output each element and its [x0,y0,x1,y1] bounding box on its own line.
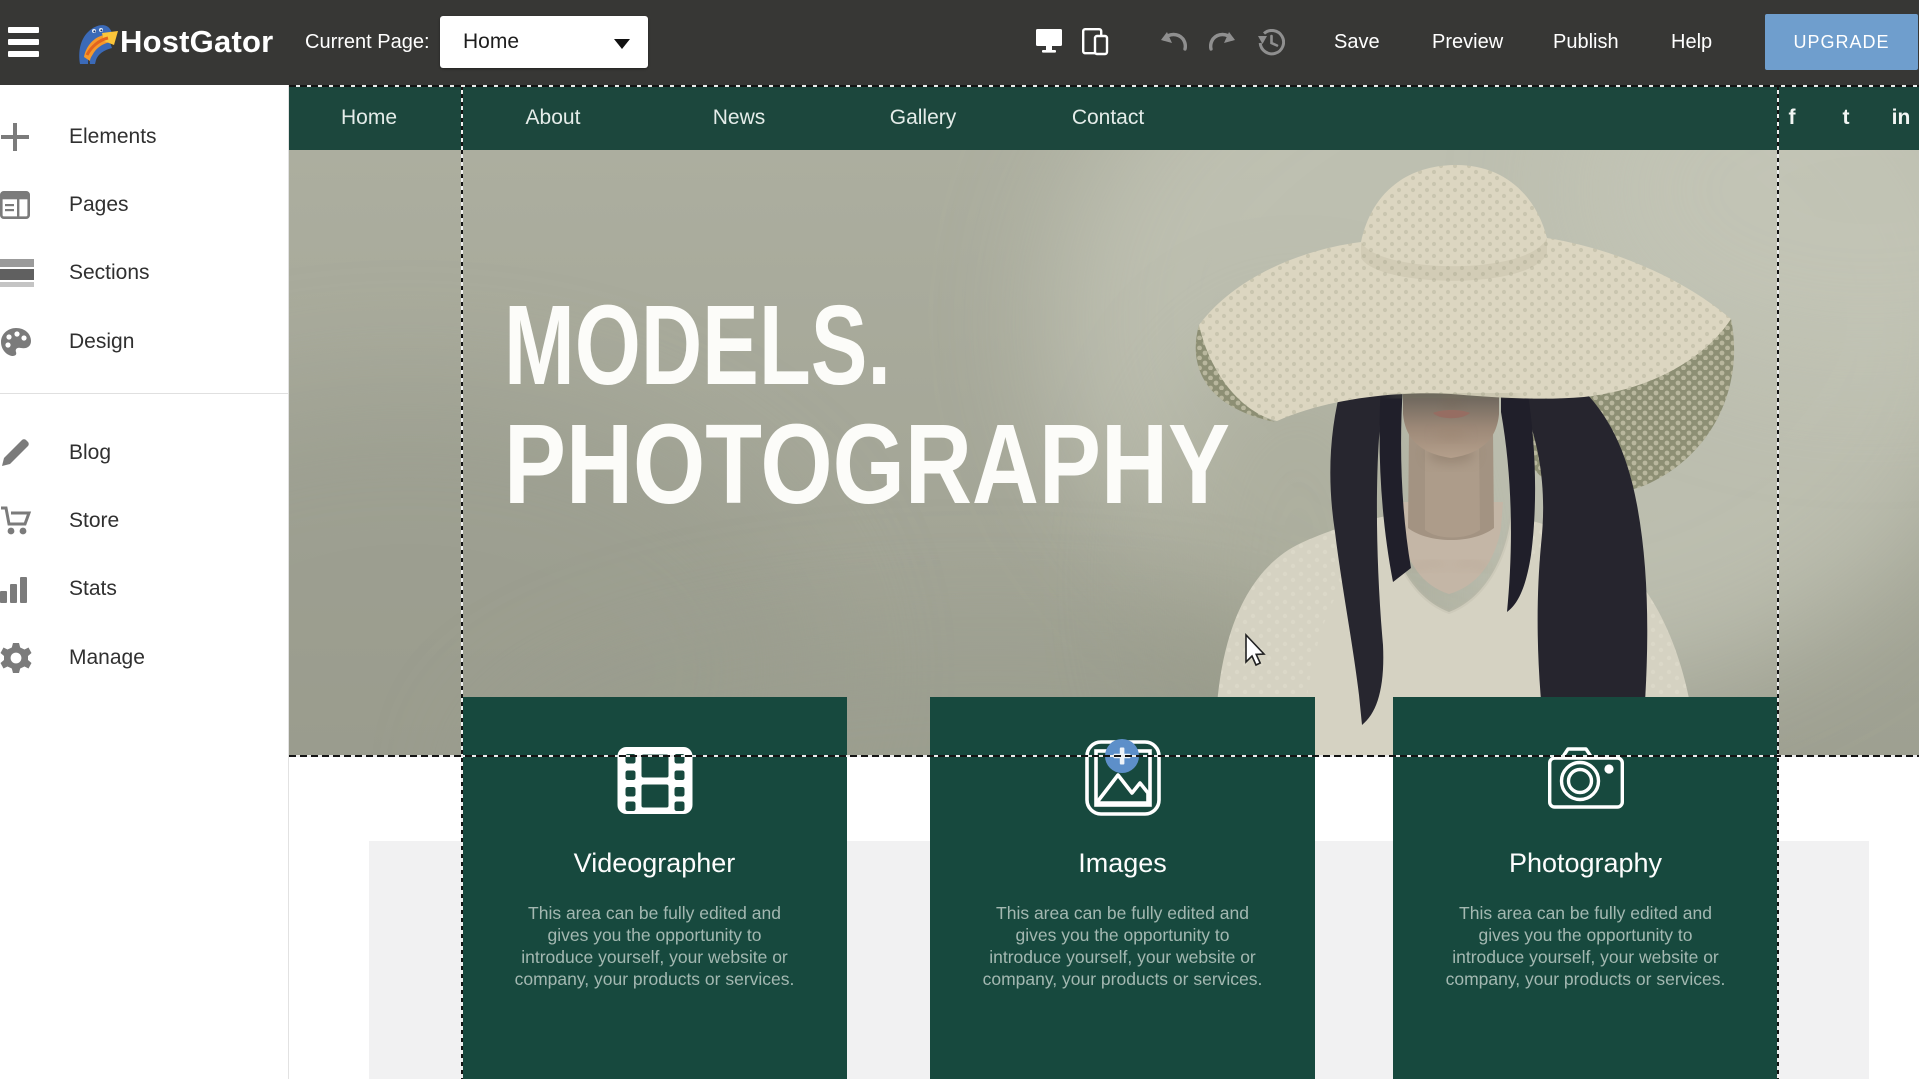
svg-text:PHOTOGRAPHY: PHOTOGRAPHY [504,401,1230,527]
svg-text:MODELS.: MODELS. [504,282,891,408]
